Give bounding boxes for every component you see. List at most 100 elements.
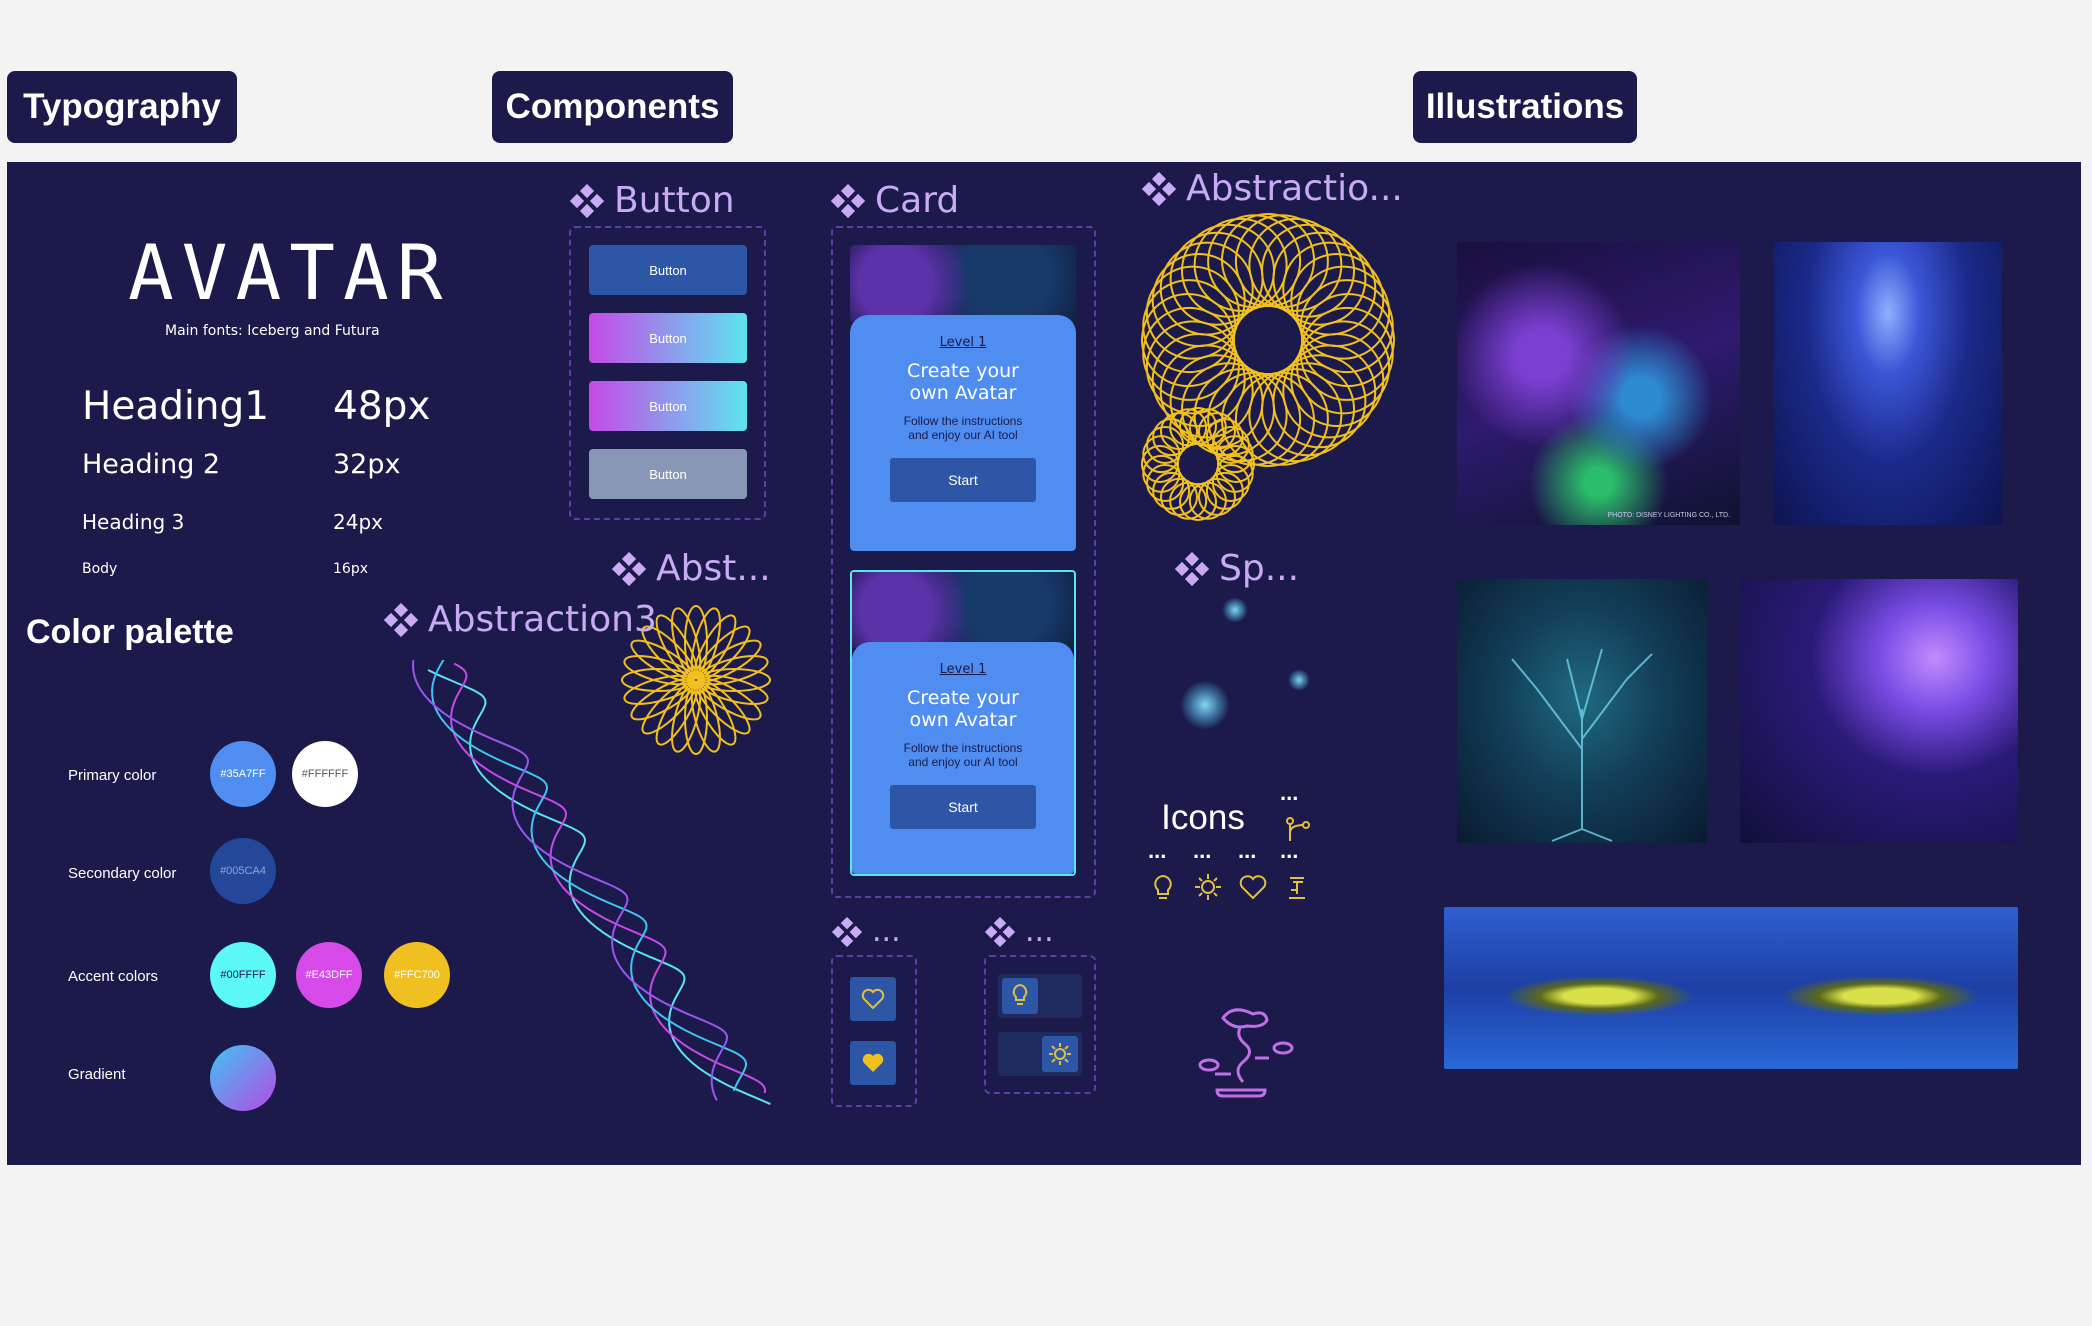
avatar-logo: AVATAR: [128, 228, 451, 317]
photo-credit: PHOTO: DISNEY LIGHTING CO., LTD.: [1607, 512, 1730, 519]
icon-ellipsis: ...: [1193, 838, 1212, 863]
icon-ellipsis: ...: [1280, 780, 1299, 805]
accent-swatch-cyan: #00FFFF: [210, 942, 276, 1008]
primary-swatch-white: #FFFFFF: [292, 741, 358, 807]
illustration-jellyfish-photo: [1740, 579, 2018, 843]
card-heading-line1: Create your: [907, 687, 1019, 709]
card-text-line1: Follow the instructions: [903, 741, 1023, 755]
heading1-size: 48px: [333, 384, 431, 429]
card-component-title: Card: [831, 180, 959, 221]
card-heading-line2: own Avatar: [909, 709, 1017, 731]
abstraction2-title: Abst...: [612, 548, 771, 589]
body-size: 16px: [333, 561, 368, 577]
spirograph-ring-graphic: [1141, 213, 1395, 521]
heart-filled-icon: [862, 1053, 884, 1072]
body-sample: Body: [82, 561, 118, 577]
heart-outline-icon: [861, 988, 885, 1010]
component-diamond-icon: [1142, 171, 1176, 206]
heading1-sample: Heading1: [82, 384, 270, 429]
small-component1-title: ...: [832, 914, 901, 949]
switch-knob: [1002, 978, 1038, 1014]
heading3-sample: Heading 3: [82, 510, 185, 534]
glow-dot: [1288, 669, 1310, 691]
card-level: Level 1: [939, 662, 987, 677]
spiro-loop: [1272, 231, 1367, 326]
component-diamond-icon: [384, 602, 418, 637]
theme-switch-light[interactable]: [998, 974, 1082, 1018]
component-diamond-icon: [612, 551, 646, 586]
card-selected[interactable]: Level 1 Create your own Avatar Follow th…: [850, 570, 1076, 876]
illustration-eyes-photo: [1444, 907, 2018, 1069]
gradient-swatch: [210, 1045, 276, 1111]
bonsai-icon: [1289, 877, 1305, 899]
card-body: Level 1 Create your own Avatar Follow th…: [852, 642, 1074, 874]
branch-icon: [1286, 817, 1310, 841]
heart-icon: [1239, 875, 1267, 900]
tab-components[interactable]: Components: [492, 71, 733, 143]
glow-dot: [1180, 680, 1230, 730]
sun-icon: [1195, 874, 1221, 900]
button-primary[interactable]: Button: [589, 245, 747, 295]
button-gradient-hover[interactable]: Button: [589, 381, 747, 431]
tab-typography[interactable]: Typography: [7, 71, 237, 143]
illustration-underwater-photo: [1774, 242, 2002, 525]
small-component2-text: ...: [1025, 914, 1054, 949]
card-heading-line2: own Avatar: [909, 382, 1017, 404]
card-start-button[interactable]: Start: [890, 785, 1036, 829]
glow-dot: [1222, 597, 1248, 623]
card-variants-frame: Level 1 Create your own Avatar Follow th…: [831, 226, 1096, 898]
button-gradient[interactable]: Button: [589, 313, 747, 363]
helix-strand: [427, 669, 771, 1106]
button-title-text: Button: [614, 180, 735, 221]
abstraction2-text: Abst...: [656, 548, 771, 589]
card-text-line1: Follow the instructions: [903, 414, 1023, 428]
icon-ellipsis: ...: [1148, 838, 1167, 863]
component-diamond-icon: [832, 916, 862, 947]
sp-title: Sp...: [1175, 548, 1299, 589]
gradient-label: Gradient: [68, 1066, 126, 1083]
spiro-loop: [1282, 344, 1377, 439]
color-palette-title: Color palette: [7, 600, 245, 664]
helix-graphic: [411, 660, 771, 1106]
accent-swatch-magenta: #E43DFF: [296, 942, 362, 1008]
lightbulb-icon: [1012, 984, 1028, 1005]
spiro-loop: [1159, 241, 1254, 336]
component-diamond-icon: [831, 183, 865, 218]
card-level: Level 1: [939, 335, 987, 350]
card-text-line2: and enjoy our AI tool: [908, 755, 1018, 769]
abstraction1-text: Abstractio...: [1186, 168, 1403, 209]
abstraction3-title: Abstraction3: [384, 599, 657, 640]
card-start-button[interactable]: Start: [890, 458, 1036, 502]
small-component2-title: ...: [985, 914, 1054, 949]
primary-swatch-blue: #35A7FF: [210, 741, 276, 807]
helix-strand: [449, 662, 767, 1094]
switch-knob: [1042, 1036, 1078, 1072]
button-component-title: Button: [570, 180, 735, 221]
card-image: [850, 245, 1076, 321]
theme-switch-frame: [984, 955, 1096, 1094]
secondary-color-label: Secondary color: [68, 865, 177, 882]
sp-text: Sp...: [1219, 548, 1300, 589]
abstraction3-text: Abstraction3: [428, 599, 657, 640]
theme-switch-sun[interactable]: [998, 1032, 1082, 1076]
component-diamond-icon: [985, 916, 1015, 947]
secondary-swatch: #005CA4: [210, 838, 276, 904]
card-body: Level 1 Create your own Avatar Follow th…: [850, 315, 1076, 551]
lightbulb-icon: [1154, 875, 1172, 899]
button-variants-frame: Button Button Button Button: [569, 226, 766, 520]
tab-illustrations[interactable]: Illustrations: [1413, 71, 1637, 143]
card-text-line2: and enjoy our AI tool: [908, 428, 1018, 442]
bonsai-illustration-icon: [1198, 1008, 1294, 1098]
illustration-forest-photo: PHOTO: DISNEY LIGHTING CO., LTD.: [1457, 242, 1740, 525]
accent-colors-label: Accent colors: [68, 968, 159, 985]
card-default[interactable]: Level 1 Create your own Avatar Follow th…: [850, 245, 1076, 551]
heart-toggle-on[interactable]: [850, 1041, 896, 1085]
component-diamond-icon: [570, 183, 604, 218]
heart-toggle-off[interactable]: [850, 977, 896, 1021]
heading3-size: 24px: [333, 510, 383, 534]
illustration-tree-photo: [1457, 579, 1707, 843]
heart-toggle-frame: [831, 955, 917, 1107]
fonts-note: Main fonts: Iceberg and Futura: [165, 323, 380, 339]
button-disabled[interactable]: Button: [589, 449, 747, 499]
primary-color-label: Primary color: [68, 767, 157, 784]
